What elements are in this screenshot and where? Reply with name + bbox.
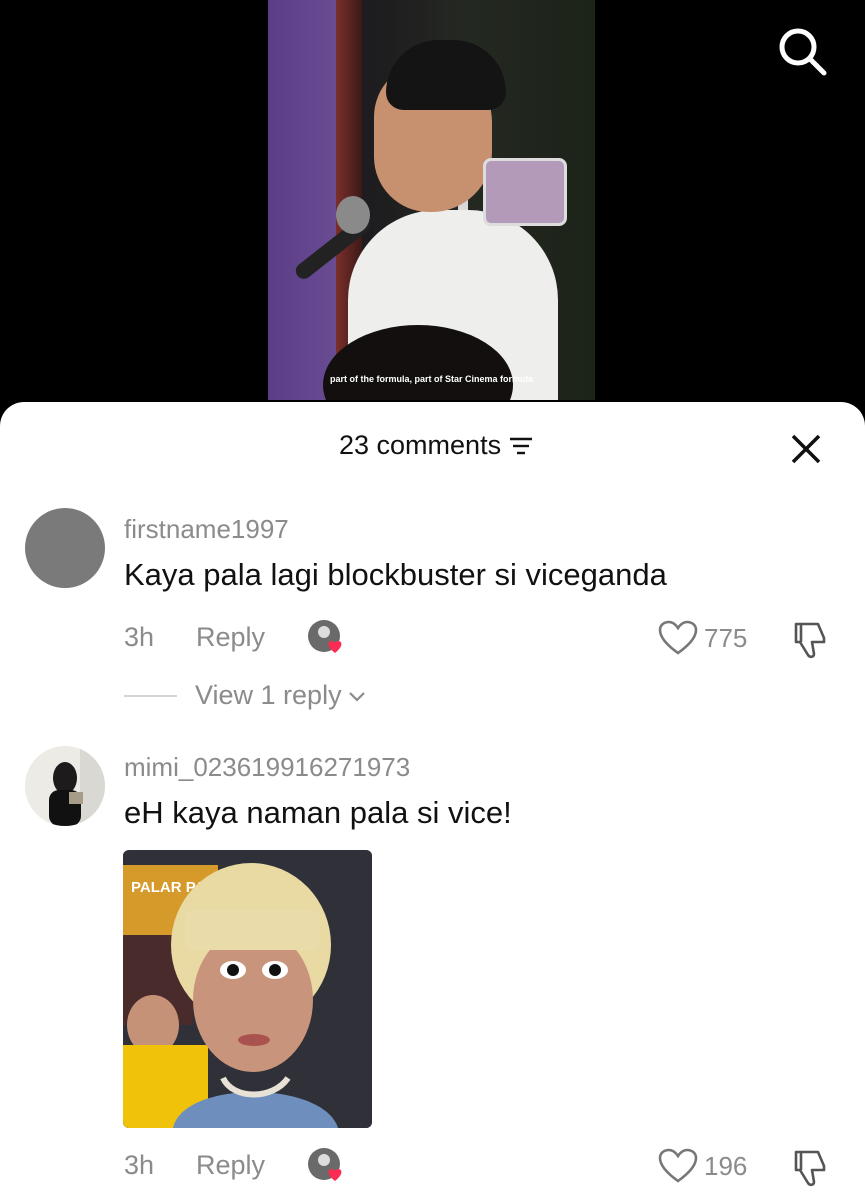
- video-player[interactable]: part of the formula, part of Star Cinema…: [0, 0, 865, 420]
- comment-username[interactable]: firstname1997: [124, 514, 289, 545]
- comments-sheet: 23 comments firstname1997 Kaya pala lagi…: [0, 402, 865, 1200]
- comment-meta: 3h Reply: [124, 622, 265, 653]
- comment-username[interactable]: mimi_023619916271973: [124, 752, 410, 783]
- like-button[interactable]: 775: [658, 620, 747, 656]
- view-replies-button[interactable]: View 1 reply: [124, 680, 368, 711]
- sort-comments-button[interactable]: 23 comments: [339, 430, 533, 461]
- comment-time: 3h: [124, 622, 155, 652]
- phone-on-stand: [483, 158, 567, 226]
- close-icon[interactable]: [788, 431, 824, 467]
- comment-count: 23 comments: [339, 430, 502, 460]
- comment-text: Kaya pala lagi blockbuster si viceganda: [124, 557, 667, 592]
- reply-divider: [124, 694, 177, 697]
- comment-attached-image[interactable]: PALAR PANG-: [123, 850, 372, 1128]
- microphone-head: [336, 196, 370, 234]
- search-icon[interactable]: [776, 25, 828, 77]
- filter-icon[interactable]: [509, 436, 533, 456]
- creator-liked-badge: [308, 620, 342, 653]
- video-frame[interactable]: part of the formula, part of Star Cinema…: [268, 0, 595, 400]
- heart-icon[interactable]: [658, 1148, 698, 1184]
- comment-time: 3h: [124, 1150, 155, 1180]
- dislike-icon[interactable]: [790, 1148, 830, 1188]
- like-button[interactable]: 196: [658, 1148, 747, 1184]
- heart-icon[interactable]: [658, 620, 698, 656]
- view-replies-label[interactable]: View 1 reply: [195, 680, 342, 711]
- creator-liked-badge: [308, 1148, 342, 1181]
- comment-text: eH kaya naman pala si vice!: [124, 795, 512, 830]
- like-count: 196: [704, 1150, 748, 1181]
- comment-meta: 3h Reply: [124, 1150, 265, 1181]
- avatar[interactable]: [25, 508, 105, 588]
- speaker-hair: [386, 40, 506, 110]
- avatar[interactable]: [25, 746, 105, 826]
- dislike-icon[interactable]: [790, 620, 830, 660]
- chevron-down-icon[interactable]: [346, 687, 368, 705]
- reply-button[interactable]: Reply: [196, 622, 265, 653]
- comments-header: 23 comments: [0, 402, 865, 492]
- reply-button[interactable]: Reply: [196, 1150, 265, 1181]
- purple-curtain: [268, 0, 338, 400]
- like-count: 775: [704, 622, 748, 653]
- video-caption: part of the formula, part of Star Cinema…: [329, 374, 534, 384]
